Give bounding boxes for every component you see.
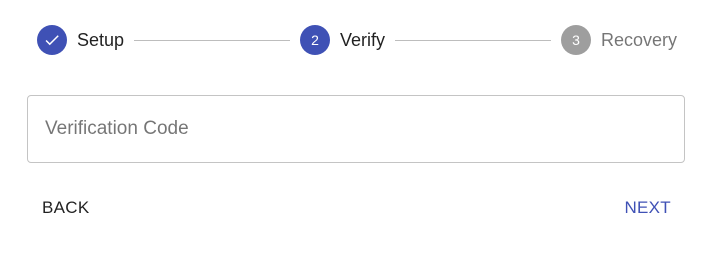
- step-recovery: 3 Recovery: [560, 25, 678, 55]
- back-button[interactable]: BACK: [27, 190, 105, 226]
- step-label-verify: Verify: [340, 29, 386, 50]
- step-number-verify: 2: [300, 25, 330, 55]
- stepper: Setup 2 Verify 3 Recovery: [37, 24, 677, 56]
- checkmark-icon: [45, 35, 59, 46]
- step-label-recovery: Recovery: [600, 29, 678, 50]
- verification-code-field: [27, 95, 685, 163]
- verification-code-input[interactable]: [28, 96, 684, 162]
- next-button[interactable]: NEXT: [609, 190, 686, 226]
- verification-stepper-page: Setup 2 Verify 3 Recovery BACK NEXT: [0, 0, 711, 253]
- step-connector: [134, 39, 290, 41]
- step-setup: Setup: [37, 25, 124, 55]
- step-connector: [395, 39, 551, 41]
- step-number-recovery: 3: [560, 25, 591, 55]
- step-verify: 2 Verify: [300, 25, 385, 55]
- step-label-setup: Setup: [77, 29, 125, 50]
- check-icon: [37, 25, 67, 55]
